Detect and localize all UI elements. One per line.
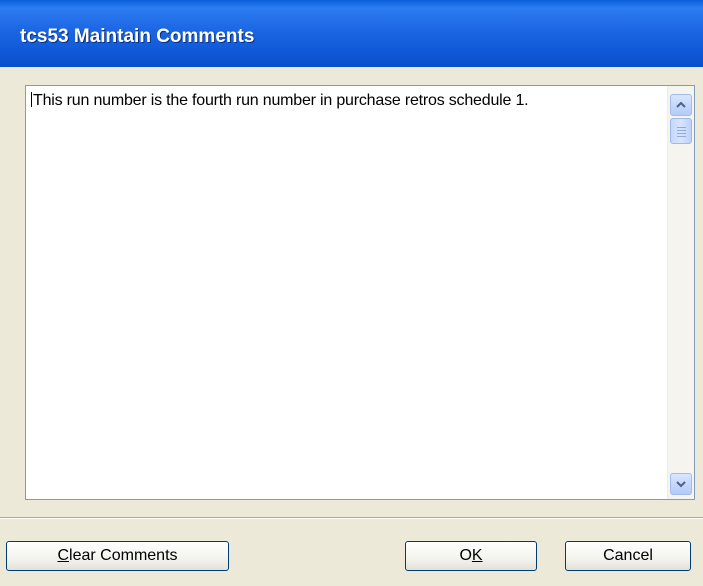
scroll-thumb[interactable]	[670, 118, 692, 144]
comment-text-content: This run number is the fourth run number…	[33, 92, 529, 109]
text-cursor	[31, 92, 32, 107]
ok-button[interactable]: OK	[405, 541, 537, 571]
clear-comments-button[interactable]: Clear Comments	[6, 541, 229, 571]
title-bar[interactable]: tcs53 Maintain Comments	[0, 0, 703, 67]
comment-text[interactable]: This run number is the fourth run number…	[31, 92, 662, 110]
vertical-scrollbar[interactable]	[667, 86, 694, 499]
footer-divider	[0, 517, 703, 519]
cancel-label: Cancel	[603, 547, 653, 564]
grip-line	[677, 130, 686, 131]
scroll-down-button[interactable]	[670, 473, 692, 495]
grip-line	[677, 133, 686, 134]
clear-label: lear Comments	[69, 547, 178, 564]
grip-icon	[677, 127, 686, 128]
ok-accel: K	[471, 547, 483, 564]
clear-accel: C	[57, 547, 70, 564]
maintain-comments-dialog: tcs53 Maintain Comments This run number …	[0, 0, 703, 586]
comment-textarea[interactable]: This run number is the fourth run number…	[25, 85, 695, 500]
chevron-up-icon	[676, 101, 686, 108]
cancel-button[interactable]: Cancel	[565, 541, 691, 571]
grip-line	[677, 136, 686, 137]
scroll-up-button[interactable]	[670, 94, 692, 116]
window-title: tcs53 Maintain Comments	[20, 26, 255, 47]
chevron-down-icon	[676, 481, 686, 488]
ok-label-start: O	[459, 547, 472, 564]
